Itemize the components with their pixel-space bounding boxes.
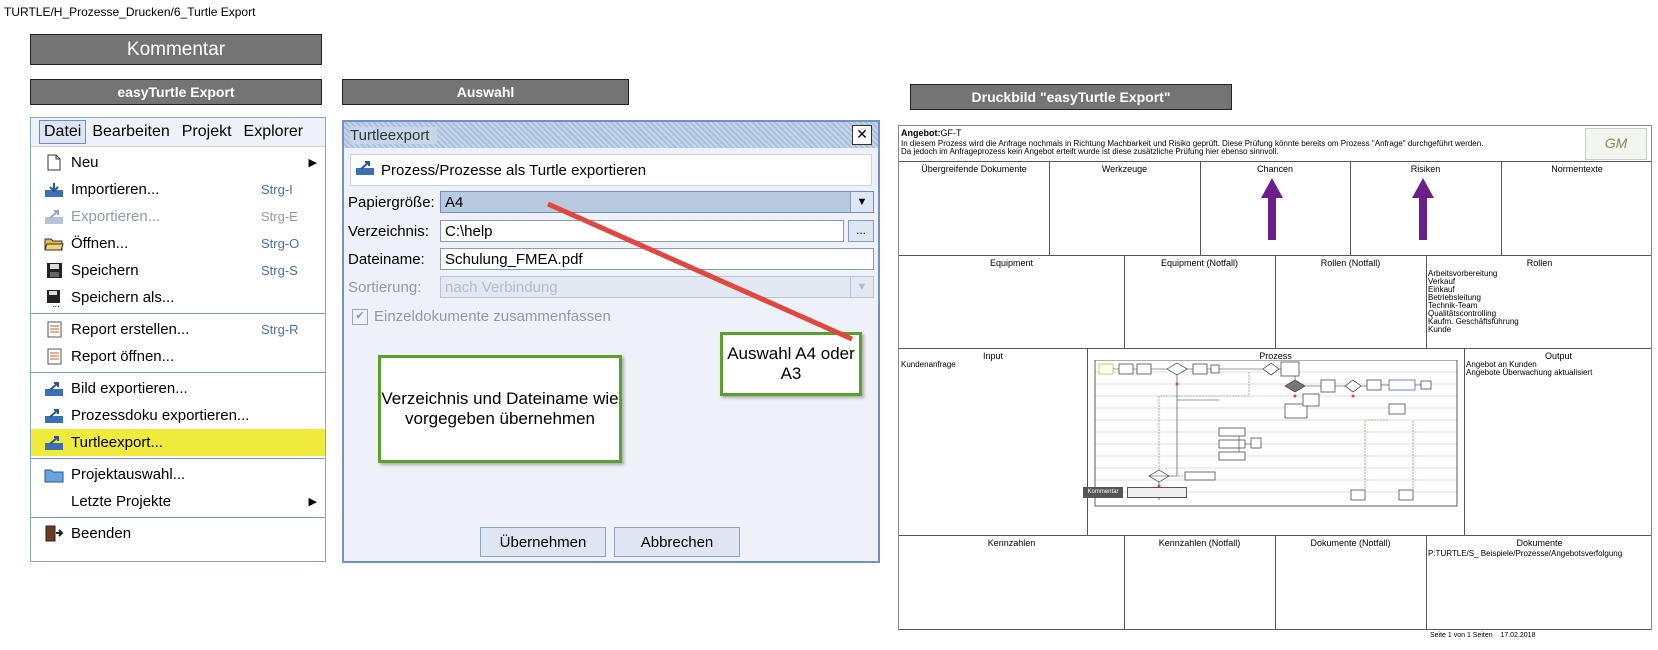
arrow-up-icon <box>1412 178 1434 240</box>
arrow-up-icon <box>1261 178 1283 240</box>
purple-arrows <box>1261 178 1434 240</box>
